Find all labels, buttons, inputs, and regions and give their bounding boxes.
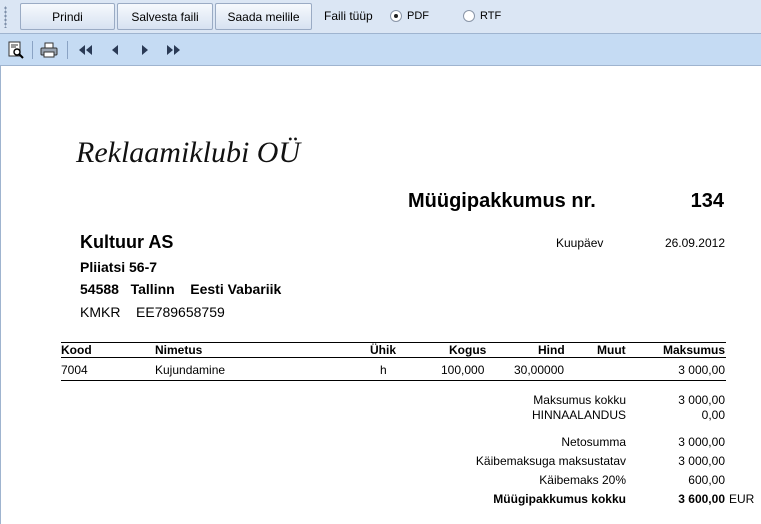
printer-icon[interactable] <box>40 41 58 59</box>
header-qty: Kogus <box>449 343 487 357</box>
subtotal-value: 3 000,00 <box>678 393 725 407</box>
client-name: Kultuur AS <box>80 232 174 252</box>
row-code: 7004 <box>61 363 88 377</box>
row-qty: 100,000 <box>441 363 485 377</box>
pdf-radio[interactable] <box>390 10 402 22</box>
rtf-radio-label[interactable]: RTF <box>480 10 501 22</box>
table-bottom-line <box>61 380 726 381</box>
vat-label: Käibemaks 20% <box>539 473 626 487</box>
toolbar-separator <box>32 41 33 59</box>
subtotal-label: Maksumus kokku <box>533 393 626 407</box>
header-name: Nimetus <box>155 343 203 357</box>
date-label: Kuupäev <box>556 236 604 250</box>
table-header-line <box>61 357 726 358</box>
document-page: Reklaamiklubi OÜ Müügipakkumus nr. 134 K… <box>0 66 761 524</box>
date-value: 26.09.2012 <box>664 236 725 250</box>
top-toolbar: Prindi Salvesta faili Saada meilile Fail… <box>0 0 761 34</box>
viewer-toolbar <box>0 34 761 66</box>
header-amount: Maksumus <box>662 343 725 357</box>
row-name: Kujundamine <box>155 363 226 377</box>
grand-total-value: 3 600,00 <box>678 492 725 506</box>
header-unit: Ühik <box>370 343 397 357</box>
row-amount: 3 000,00 <box>678 363 725 377</box>
grand-total-label: Müügipakkumus kokku <box>493 492 626 506</box>
client-street: Pliiatsi 56-7 <box>80 259 158 275</box>
header-other: Muut <box>597 343 626 357</box>
toolbar-grip[interactable] <box>4 6 7 28</box>
company-name: Reklaamiklubi OÜ <box>76 136 301 169</box>
currency-label: EUR <box>729 492 755 506</box>
prev-page-icon[interactable] <box>106 41 124 59</box>
net-label: Netosumma <box>561 435 626 449</box>
row-price: 30,00000 <box>514 363 565 377</box>
header-price: Hind <box>538 343 565 357</box>
vat-base-value: 3 000,00 <box>678 454 725 468</box>
vat-value: 600,00 <box>688 473 725 487</box>
first-page-icon[interactable] <box>76 41 94 59</box>
send-email-button[interactable]: Saada meilile <box>215 3 312 30</box>
client-city-line: 54588 Tallinn Eesti Vabariik <box>80 281 281 297</box>
vat-label: KMKR <box>80 304 121 320</box>
next-page-icon[interactable] <box>136 41 154 59</box>
pdf-radio-label[interactable]: PDF <box>407 10 429 22</box>
last-page-icon[interactable] <box>165 41 183 59</box>
client-vat-line: KMKR EE789658759 <box>80 304 225 320</box>
toolbar-separator <box>67 41 68 59</box>
file-type-label: Faili tüüp <box>324 9 373 23</box>
row-unit: h <box>380 363 387 377</box>
vat-base-label: Käibemaksuga maksustatav <box>475 454 626 468</box>
client-postal: 54588 <box>80 281 119 297</box>
print-button[interactable]: Prindi <box>20 3 115 30</box>
discount-value: 0,00 <box>701 408 725 422</box>
document-number: 134 <box>690 190 724 212</box>
header-code: Kood <box>61 343 92 357</box>
client-country: Eesti Vabariik <box>190 281 282 297</box>
document-title: Müügipakkumus nr. <box>408 190 596 212</box>
client-city: Tallinn <box>130 281 175 297</box>
net-value: 3 000,00 <box>678 435 725 449</box>
save-to-file-button[interactable]: Salvesta faili <box>117 3 213 30</box>
preview-icon[interactable] <box>7 41 25 59</box>
discount-label: HINNAALANDUS <box>531 408 626 422</box>
vat-number: EE789658759 <box>136 304 225 320</box>
rtf-radio[interactable] <box>463 10 475 22</box>
